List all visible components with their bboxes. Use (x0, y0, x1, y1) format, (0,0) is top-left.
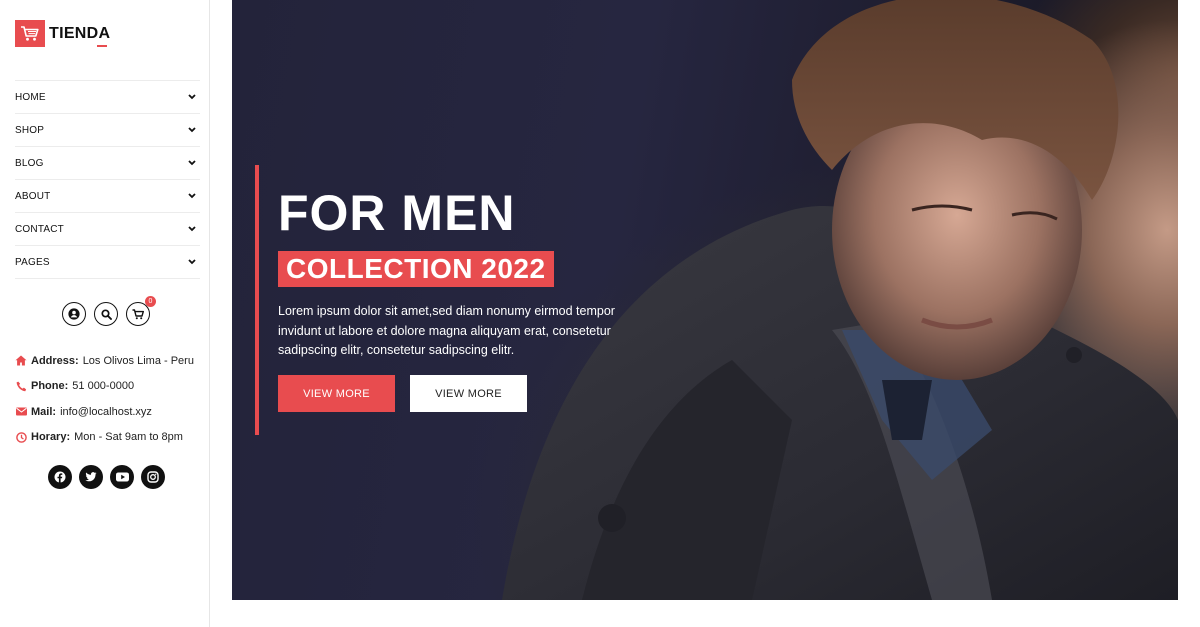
logo[interactable]: TIENDA (15, 20, 110, 47)
menu-item-contact[interactable]: CONTACT (15, 213, 200, 246)
user-icon (68, 308, 80, 320)
chevron-down-icon (187, 191, 197, 201)
hero-title: FOR MEN (278, 185, 516, 241)
horary-row: Horary: Mon - Sat 9am to 8pm (15, 425, 205, 451)
instagram-icon[interactable] (141, 465, 165, 489)
menu-item-blog[interactable]: BLOG (15, 147, 200, 180)
horary-value: Mon - Sat 9am to 8pm (74, 431, 183, 444)
menu-item-label: ABOUT (15, 190, 51, 202)
home-icon (15, 355, 27, 367)
account-button[interactable] (62, 302, 86, 326)
hero-model-image (502, 0, 1178, 600)
menu-item-label: PAGES (15, 256, 50, 268)
horary-label: Horary: (31, 431, 71, 444)
hero-collection-text: COLLECTION 2022 (286, 253, 546, 284)
menu-item-label: CONTACT (15, 223, 64, 235)
menu-item-label: SHOP (15, 124, 45, 136)
view-more-secondary-button[interactable]: VIEW MORE (410, 375, 527, 412)
youtube-icon[interactable] (110, 465, 134, 489)
address-value: Los Olivos Lima - Peru (82, 354, 194, 367)
clock-icon (15, 431, 27, 443)
phone-row: Phone: 51 000-0000 (15, 374, 205, 400)
chevron-down-icon (187, 257, 197, 267)
view-more-primary-button[interactable]: VIEW MORE (278, 375, 395, 412)
shopping-cart-icon (15, 20, 45, 47)
address-row: Address: Los Olivos Lima - Peru (15, 348, 205, 374)
hero-accent-bar (255, 165, 259, 435)
cart-icon (132, 308, 144, 319)
search-button[interactable] (94, 302, 118, 326)
menu-item-about[interactable]: ABOUT (15, 180, 200, 213)
cart-button[interactable]: 0 (126, 296, 156, 326)
contact-info: Address: Los Olivos Lima - Peru Phone: 5… (15, 348, 205, 450)
menu-item-shop[interactable]: SHOP (15, 114, 200, 147)
mail-label: Mail: (31, 405, 57, 418)
mail-icon (15, 406, 27, 418)
phone-label: Phone: (31, 380, 69, 393)
chevron-down-icon (187, 125, 197, 135)
hero-collection-tag: COLLECTION 2022 (278, 251, 554, 287)
chevron-down-icon (187, 158, 197, 168)
brand-name: TIENDA (49, 24, 111, 47)
address-label: Address: (31, 354, 79, 367)
hero-banner: FOR MEN COLLECTION 2022 Lorem ipsum dolo… (232, 0, 1178, 600)
chevron-down-icon (187, 224, 197, 234)
cart-count-badge: 0 (145, 296, 156, 307)
menu-item-pages[interactable]: PAGES (15, 246, 200, 279)
main-menu: HOME SHOP BLOG ABOUT CONTACT PAGES (15, 80, 200, 279)
header-tools: 0 (62, 296, 156, 326)
menu-item-label: BLOG (15, 157, 44, 169)
menu-item-home[interactable]: HOME (15, 81, 200, 114)
phone-icon (15, 380, 27, 392)
hero-description: Lorem ipsum dolor sit amet,sed diam nonu… (278, 304, 615, 357)
facebook-icon[interactable] (48, 465, 72, 489)
twitter-icon[interactable] (79, 465, 103, 489)
search-icon (100, 308, 112, 320)
phone-value: 51 000-0000 (72, 380, 135, 393)
sidebar: TIENDA HOME SHOP BLOG ABOUT CONTACT PAGE… (0, 0, 210, 627)
social-links (48, 465, 165, 489)
chevron-down-icon (187, 92, 197, 102)
mail-value: info@localhost.xyz (60, 405, 152, 418)
menu-item-label: HOME (15, 91, 46, 103)
mail-row: Mail: info@localhost.xyz (15, 399, 205, 425)
